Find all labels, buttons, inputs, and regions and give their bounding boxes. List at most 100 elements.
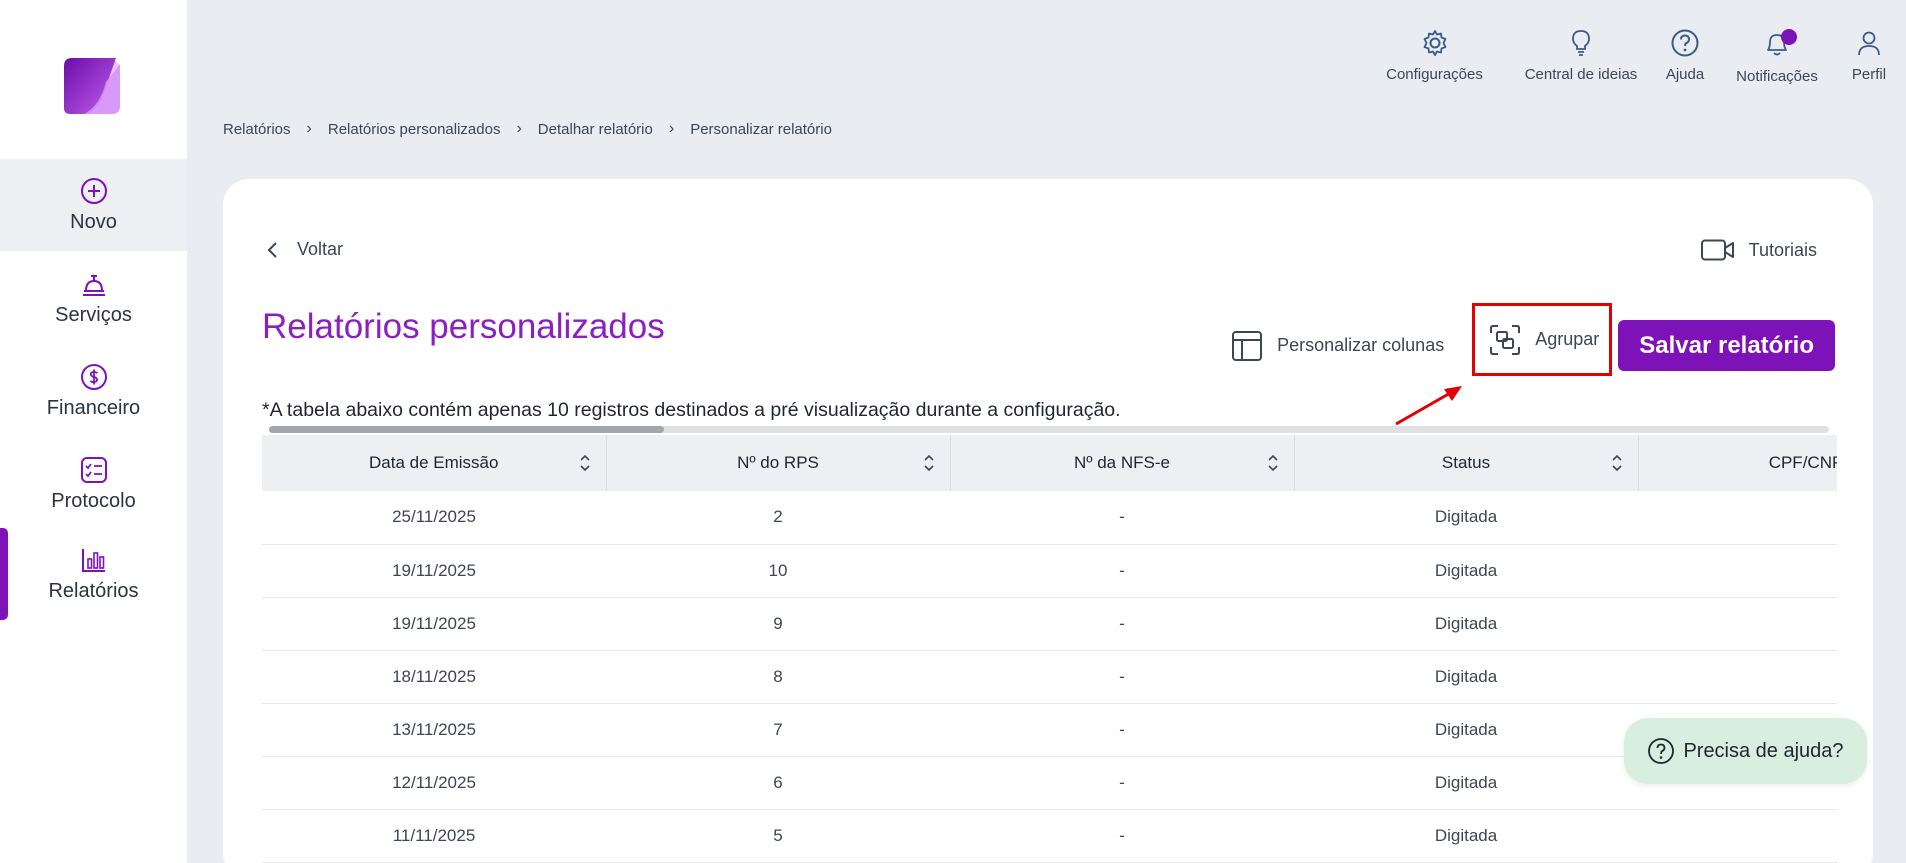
sidebar-item-novo[interactable]: Novo xyxy=(0,159,187,251)
breadcrumb-item[interactable]: Detalhar relatório xyxy=(538,121,653,138)
horizontal-scrollbar[interactable] xyxy=(269,426,1829,433)
help-circle-icon xyxy=(1671,29,1699,57)
sort-icon[interactable] xyxy=(922,453,936,473)
video-camera-icon xyxy=(1700,239,1734,261)
table-cell xyxy=(1638,809,1837,863)
customize-columns-label: Personalizar colunas xyxy=(1277,335,1445,355)
group-label: Agrupar xyxy=(1535,329,1600,349)
topbar-item-configuracoes[interactable]: Configurações xyxy=(1355,28,1514,88)
group-icon xyxy=(1490,324,1521,355)
top-navigation: Configurações Central de ideias Ajuda No… xyxy=(1355,28,1906,88)
topbar-item-central-de-ideias[interactable]: Central de ideias xyxy=(1514,28,1648,88)
columns-icon xyxy=(1232,330,1263,361)
column-header-label: Data de Emissão xyxy=(369,453,499,472)
table-cell: 19/11/2025 xyxy=(262,597,606,651)
table-cell: - xyxy=(950,703,1294,757)
service-bell-icon xyxy=(82,274,105,296)
table-cell: - xyxy=(950,756,1294,810)
table-cell: - xyxy=(950,650,1294,704)
column-header[interactable]: CPF/CNPJ xyxy=(1638,435,1837,491)
topbar-label: Notificações xyxy=(1736,68,1818,85)
column-header[interactable]: Nº do RPS xyxy=(606,435,951,491)
table-cell: 5 xyxy=(606,809,950,863)
back-button[interactable]: Voltar xyxy=(263,239,343,260)
save-report-button[interactable]: Salvar relatório xyxy=(1618,320,1835,371)
table-cell: 2 xyxy=(606,491,950,545)
chevron-right-icon: › xyxy=(306,120,312,137)
topbar-label: Perfil xyxy=(1851,66,1887,83)
breadcrumb-item[interactable]: Relatórios personalizados xyxy=(328,121,501,138)
breadcrumb-current: Personalizar relatório xyxy=(690,120,832,138)
table-cell: Digitada xyxy=(1294,703,1638,757)
table-row[interactable]: 25/11/2025 2 - Digitada xyxy=(262,491,1837,545)
group-button[interactable]: Agrupar xyxy=(1472,303,1613,376)
column-header-label: Nº da NFS-e xyxy=(1074,453,1170,472)
sidebar-item-label: Novo xyxy=(70,210,117,233)
table-row[interactable]: 18/11/2025 8 - Digitada xyxy=(262,650,1837,704)
table-cell: Digitada xyxy=(1294,544,1638,598)
sidebar-item-servicos[interactable]: Serviços xyxy=(0,252,187,344)
table-row[interactable]: 19/11/2025 9 - Digitada xyxy=(262,597,1837,651)
report-table: Data de Emissão Nº do RPS Nº da NFS-e St… xyxy=(262,435,1837,863)
bar-chart-icon xyxy=(81,548,105,572)
question-circle-icon xyxy=(1648,738,1675,764)
sidebar: Novo Serviços Financeiro Protocolo Relat… xyxy=(0,0,187,863)
column-header[interactable]: Status xyxy=(1294,435,1639,491)
topbar-label: Ajuda xyxy=(1665,66,1705,83)
table-row[interactable]: 13/11/2025 7 - Digitada xyxy=(262,703,1837,757)
topbar-item-notificacoes[interactable]: Notificações xyxy=(1722,28,1832,88)
table-cell xyxy=(1638,491,1837,545)
sidebar-item-label: Serviços xyxy=(55,303,132,326)
sidebar-item-relatorios[interactable]: Relatórios xyxy=(0,528,187,620)
column-header[interactable]: Nº da NFS-e xyxy=(950,435,1295,491)
preview-note: *A tabela abaixo contém apenas 10 regist… xyxy=(262,399,1121,421)
breadcrumb-item[interactable]: Relatórios xyxy=(223,121,291,138)
sort-icon[interactable] xyxy=(578,453,592,473)
table-cell: 25/11/2025 xyxy=(262,491,606,545)
column-header-label: Nº do RPS xyxy=(737,453,819,472)
topbar-item-ajuda[interactable]: Ajuda xyxy=(1648,28,1722,88)
table-cell: 11/11/2025 xyxy=(262,809,606,863)
column-header[interactable]: Data de Emissão xyxy=(262,435,607,491)
sidebar-item-label: Protocolo xyxy=(51,489,136,512)
table-cell: - xyxy=(950,597,1294,651)
table-header-row: Data de Emissão Nº do RPS Nº da NFS-e St… xyxy=(262,435,1837,491)
chevron-right-icon: › xyxy=(516,120,522,137)
sidebar-item-protocolo[interactable]: Protocolo xyxy=(0,438,187,530)
customize-columns-button[interactable]: Personalizar colunas xyxy=(1231,330,1444,362)
table-cell: - xyxy=(950,544,1294,598)
sidebar-item-label: Financeiro xyxy=(46,396,141,419)
sidebar-item-financeiro[interactable]: Financeiro xyxy=(0,345,187,437)
table-row[interactable]: 12/11/2025 6 - Digitada xyxy=(262,756,1837,810)
app-logo[interactable] xyxy=(62,58,124,118)
table-cell: - xyxy=(950,491,1294,545)
sort-icon[interactable] xyxy=(1610,453,1624,473)
annotation-arrow xyxy=(1395,386,1462,426)
table-cell: Digitada xyxy=(1294,597,1638,651)
lightbulb-icon xyxy=(1572,30,1590,56)
table-cell: 13/11/2025 xyxy=(262,703,606,757)
table-cell: Digitada xyxy=(1294,491,1638,545)
sort-icon[interactable] xyxy=(1266,453,1280,473)
tutorials-button[interactable]: Tutoriais xyxy=(1700,239,1817,261)
table-row[interactable]: 19/11/2025 10 - Digitada xyxy=(262,544,1837,598)
back-label: Voltar xyxy=(297,239,344,259)
topbar-item-perfil[interactable]: Perfil xyxy=(1832,28,1906,88)
gear-icon xyxy=(1423,30,1446,56)
column-header-label: CPF/CNPJ xyxy=(1768,453,1837,472)
table-cell: 6 xyxy=(606,756,950,810)
active-indicator xyxy=(0,528,8,620)
breadcrumb: Relatórios › Relatórios personalizados ›… xyxy=(223,120,832,138)
help-chat-button[interactable]: Precisa de ajuda? xyxy=(1624,718,1867,784)
table-cell: 19/11/2025 xyxy=(262,544,606,598)
notification-badge xyxy=(1781,29,1797,45)
table-row[interactable]: 11/11/2025 5 - Digitada xyxy=(262,809,1837,863)
topbar-label: Central de ideias xyxy=(1524,66,1638,83)
scrollbar-thumb[interactable] xyxy=(269,426,664,433)
checklist-icon xyxy=(80,456,107,483)
column-header-label: Status xyxy=(1441,453,1491,472)
table-cell: Digitada xyxy=(1294,650,1638,704)
table-cell xyxy=(1638,650,1837,704)
table-cell: Digitada xyxy=(1294,756,1638,810)
table-cell: 9 xyxy=(606,597,950,651)
